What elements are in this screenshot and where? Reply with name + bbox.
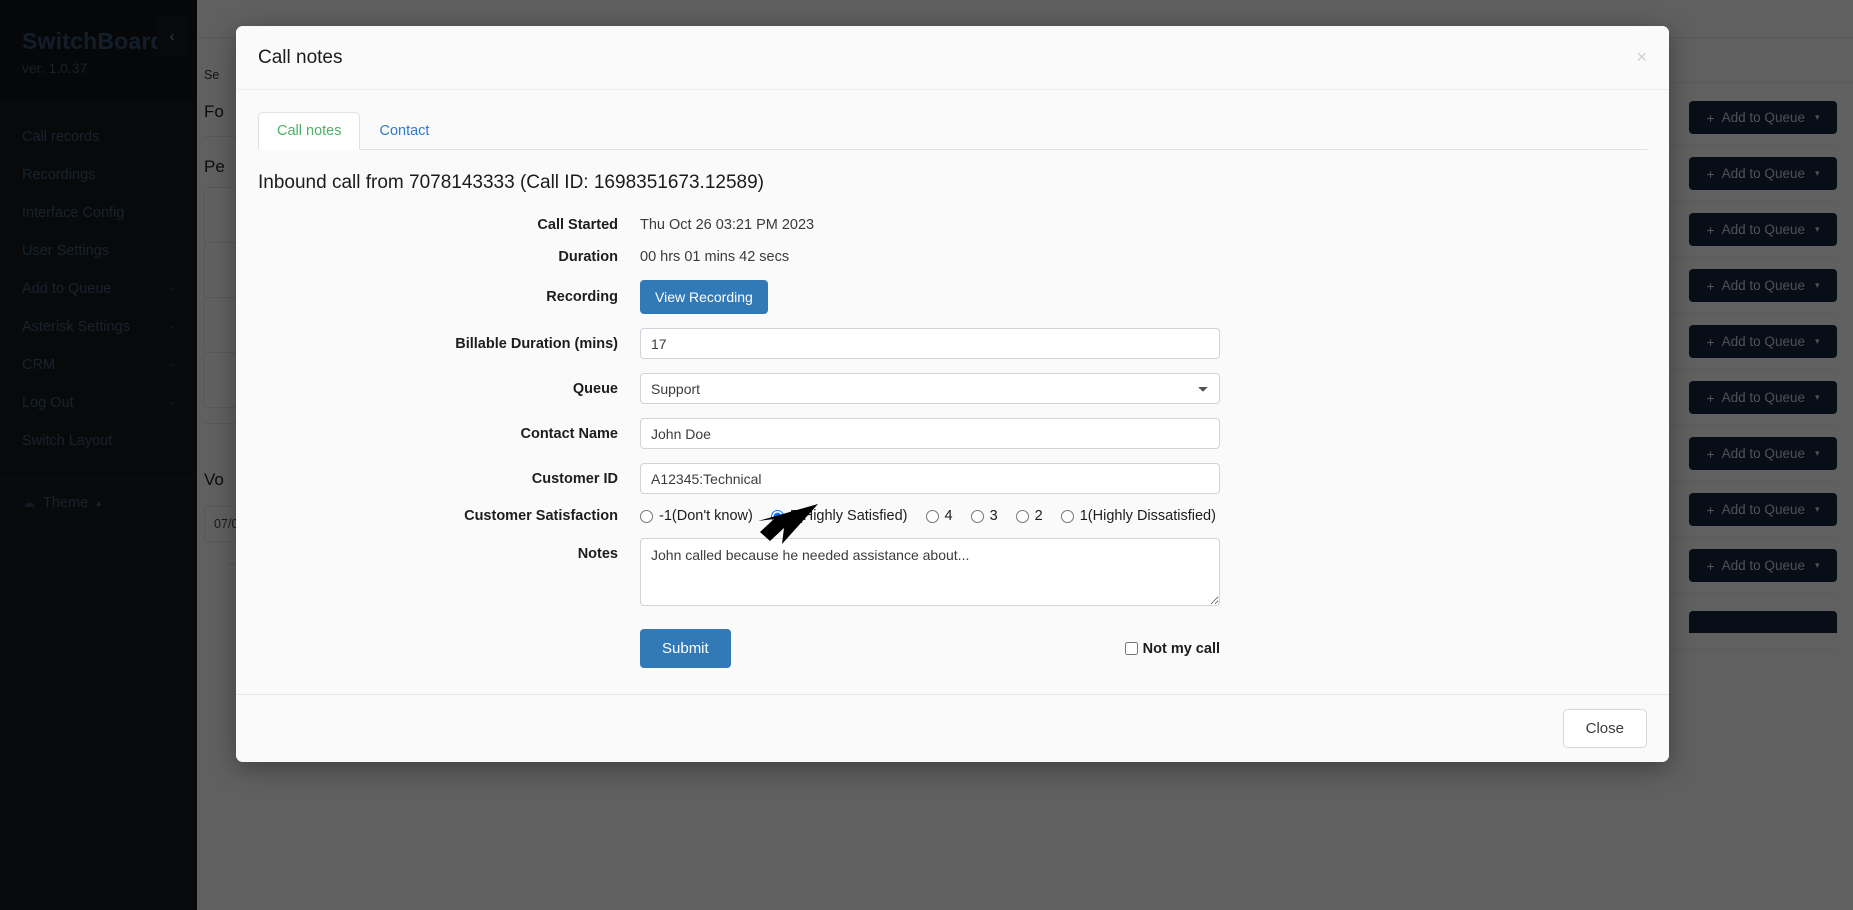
satisfaction-radio[interactable]: [770, 509, 784, 523]
submit-area: Submit Not my call: [640, 629, 1220, 668]
submit-button[interactable]: Submit: [640, 629, 731, 668]
not-my-call-label: Not my call: [1142, 640, 1220, 657]
close-button[interactable]: Close: [1562, 709, 1647, 748]
satisfaction-option-5[interactable]: 5(Highly Satisfied): [770, 508, 908, 524]
customer-satisfaction-field: -1(Don't know) 5(Highly Satisfied) 4 3 2…: [640, 508, 1220, 524]
queue-label: Queue: [572, 380, 618, 397]
field-row-call-started: Call Started Thu Oct 26 03:21 PM 2023: [258, 216, 1647, 234]
field-row-billable-duration: Billable Duration (mins): [258, 328, 1647, 359]
field-row-duration: Duration 00 hrs 01 mins 42 secs: [258, 248, 1647, 266]
call-started-value-wrap: Thu Oct 26 03:21 PM 2023: [640, 216, 1220, 234]
contact-name-label: Contact Name: [520, 425, 619, 442]
billable-duration-input[interactable]: [640, 328, 1220, 359]
notes-label: Notes: [577, 546, 618, 562]
satisfaction-radio[interactable]: [1015, 509, 1029, 523]
duration-value-wrap: 00 hrs 01 mins 42 secs: [640, 248, 1220, 266]
call-heading: Inbound call from 7078143333 (Call ID: 1…: [258, 172, 764, 193]
modal-body: Call notes Contact Inbound call from 707…: [236, 90, 1669, 694]
satisfaction-option-label: 5(Highly Satisfied): [789, 508, 908, 524]
queue-select[interactable]: Support: [640, 373, 1220, 404]
satisfaction-option-label: 1(Highly Dissatisfied): [1079, 508, 1216, 524]
notes-textarea[interactable]: John called because he needed assistance…: [640, 538, 1220, 606]
duration-label: Duration: [558, 249, 618, 265]
satisfaction-option-label: 4: [944, 508, 953, 524]
satisfaction-option-2[interactable]: 2: [1015, 508, 1043, 524]
satisfaction-option-minus1[interactable]: -1(Don't know): [640, 508, 753, 524]
customer-id-field: [640, 463, 1220, 494]
satisfaction-option-4[interactable]: 4: [925, 508, 953, 524]
not-my-call-checkbox[interactable]: [1124, 642, 1138, 655]
satisfaction-radio[interactable]: [970, 509, 984, 523]
satisfaction-option-label: -1(Don't know): [659, 508, 753, 524]
field-row-contact-name: Contact Name: [258, 418, 1647, 449]
tab-label: Call notes: [277, 123, 342, 139]
satisfaction-option-1[interactable]: 1(Highly Dissatisfied): [1060, 508, 1216, 524]
call-started-value: Thu Oct 26 03:21 PM 2023: [640, 217, 815, 233]
field-row-customer-id: Customer ID: [258, 463, 1647, 494]
satisfaction-option-label: 2: [1034, 508, 1043, 524]
tab-call-notes[interactable]: Call notes: [258, 112, 361, 150]
customer-id-input[interactable]: [640, 463, 1220, 494]
modal-footer: Close: [236, 694, 1669, 762]
customer-satisfaction-label: Customer Satisfaction: [464, 508, 618, 524]
billable-duration-label: Billable Duration (mins): [455, 335, 618, 352]
customer-satisfaction-radio-group: -1(Don't know) 5(Highly Satisfied) 4 3 2…: [640, 508, 1220, 524]
notes-field: John called because he needed assistance…: [640, 538, 1220, 611]
satisfaction-option-3[interactable]: 3: [970, 508, 998, 524]
queue-field: Support: [640, 373, 1220, 404]
call-notes-modal: Call notes × Call notes Contact Inbound …: [236, 26, 1669, 762]
satisfaction-radio[interactable]: [1060, 509, 1074, 523]
submit-row: Submit Not my call: [258, 629, 1647, 668]
tab-contact[interactable]: Contact: [360, 112, 448, 150]
view-recording-button[interactable]: View Recording: [640, 280, 768, 314]
recording-label: Recording: [546, 289, 618, 305]
not-my-call-checkbox-wrap[interactable]: Not my call: [1124, 640, 1220, 657]
satisfaction-radio[interactable]: [925, 509, 939, 523]
satisfaction-radio[interactable]: [640, 509, 653, 523]
tab-label: Contact: [379, 123, 430, 139]
field-row-customer-satisfaction: Customer Satisfaction -1(Don't know) 5(H…: [258, 508, 1647, 524]
modal-header: Call notes ×: [236, 26, 1669, 90]
billable-duration-field: [640, 328, 1220, 359]
recording-field: View Recording: [640, 280, 1220, 314]
contact-name-field: [640, 418, 1220, 449]
contact-name-input[interactable]: [640, 418, 1220, 449]
field-row-recording: Recording View Recording: [258, 280, 1647, 314]
satisfaction-option-label: 3: [989, 508, 998, 524]
call-started-label: Call Started: [537, 217, 618, 233]
field-row-notes: Notes John called because he needed assi…: [258, 538, 1647, 611]
duration-value: 00 hrs 01 mins 42 secs: [640, 249, 790, 265]
customer-id-label: Customer ID: [531, 470, 618, 487]
close-icon[interactable]: ×: [1636, 48, 1647, 66]
field-row-queue: Queue Support: [258, 373, 1647, 404]
modal-title: Call notes: [258, 47, 343, 68]
modal-tabs: Call notes Contact: [258, 112, 1647, 150]
